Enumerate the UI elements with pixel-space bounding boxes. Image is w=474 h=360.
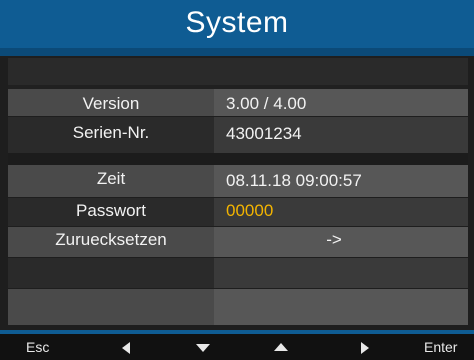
enter-softkey[interactable]: Enter [424,334,457,360]
left-arrow-icon[interactable] [122,342,130,354]
title-divider [0,48,474,56]
settings-row-empty-1 [8,58,468,85]
settings-row-empty-2 [8,258,468,288]
settings-row-serial: Serien-Nr. 43001234 [8,117,468,153]
row-value [214,58,468,85]
up-arrow-icon[interactable] [274,343,288,351]
password-label: Passwort [76,201,146,220]
serial-value: 43001234 [214,117,468,153]
settings-row-reset[interactable]: Zuruecksetzen -> [8,227,468,257]
right-arrow-icon[interactable] [361,342,369,354]
time-label: Zeit [96,169,126,188]
down-arrow-icon[interactable] [196,344,210,352]
settings-row-password[interactable]: Passwort 00000 [8,198,468,226]
settings-row-time[interactable]: Zeit 08.11.18 09:00:57 [8,165,468,197]
softkey-bar [0,334,474,360]
version-value: 3.00 / 4.00 [214,89,468,116]
serial-label: Serien-Nr. [72,123,150,142]
row-label [8,258,214,288]
settings-row-empty-3 [8,289,468,325]
settings-row-version: Version 3.00 / 4.00 [8,89,468,116]
divider [8,153,468,165]
row-label [8,58,214,85]
reset-action-arrow[interactable]: -> [214,227,468,257]
row-label [8,289,214,325]
password-value[interactable]: 00000 [214,198,468,226]
row-value [214,289,468,325]
version-label: Version [82,94,140,113]
esc-softkey[interactable]: Esc [26,334,49,360]
page-title: System [0,0,474,48]
system-screen: System Version 3.00 / 4.00 Serien-Nr. 43… [0,0,474,360]
time-value[interactable]: 08.11.18 09:00:57 [214,165,468,197]
reset-label: Zuruecksetzen [55,230,167,249]
row-value [214,258,468,288]
